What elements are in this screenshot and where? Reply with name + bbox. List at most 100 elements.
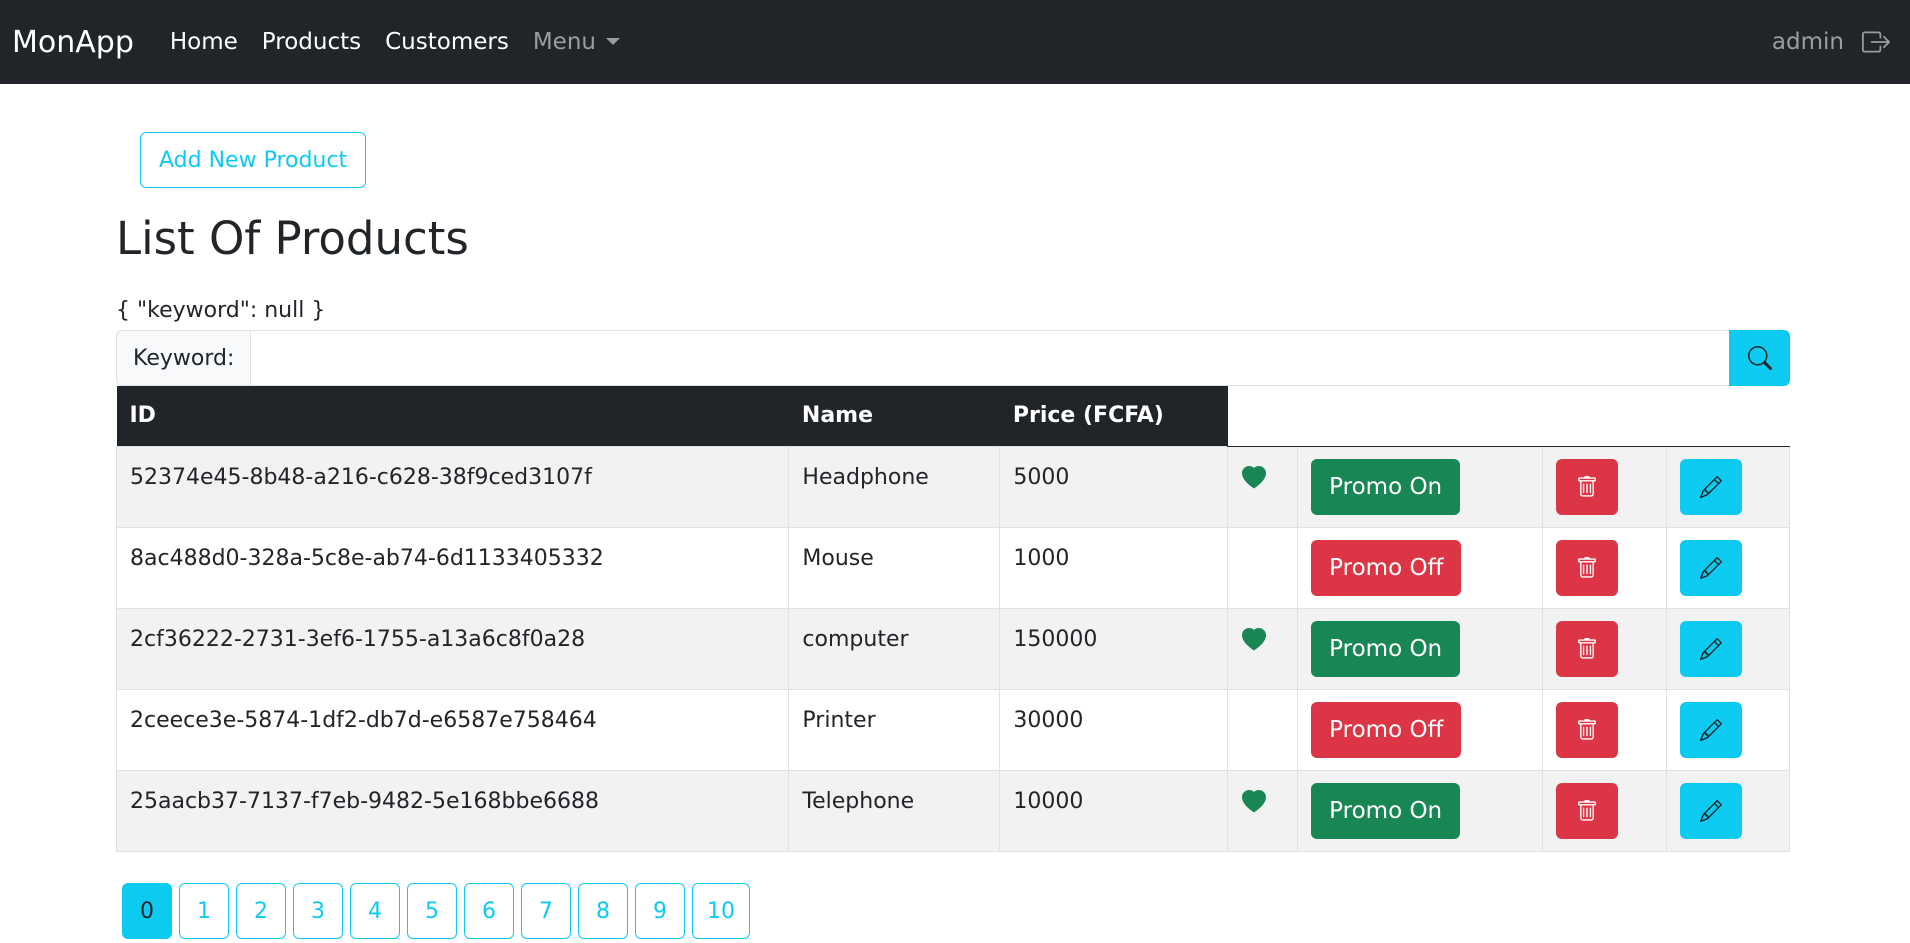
edit-button[interactable] <box>1679 620 1742 677</box>
brand[interactable]: MonApp <box>12 25 134 60</box>
page-button[interactable]: 7 <box>521 883 571 939</box>
page-button[interactable]: 9 <box>635 883 685 939</box>
promo-toggle-button[interactable]: Promo Off <box>1311 539 1462 596</box>
delete-button[interactable] <box>1556 620 1619 677</box>
current-user: admin <box>1771 29 1844 55</box>
header-price: Price (FCFA) <box>999 386 1228 446</box>
cell-edit <box>1665 769 1791 852</box>
header-id: ID <box>116 386 789 446</box>
cell-delete <box>1542 607 1667 690</box>
table-row: 8ac488d0-328a-5c8e-ab74-6d1133405332 Mou… <box>115 526 1791 609</box>
page-button[interactable]: 1 <box>179 883 229 939</box>
heart-icon <box>1242 789 1267 812</box>
cell-edit <box>1665 688 1791 771</box>
heart-icon <box>1242 465 1267 488</box>
page-title: List Of Products <box>116 212 469 265</box>
delete-button[interactable] <box>1556 701 1619 758</box>
trash-icon <box>1578 475 1596 497</box>
cell-delete <box>1542 769 1667 852</box>
cell-name: Telephone <box>788 769 1001 852</box>
cell-id: 2cf36222-2731-3ef6-1755-a13a6c8f0a28 <box>115 607 790 690</box>
promo-toggle-button[interactable]: Promo Off <box>1311 701 1462 758</box>
page-button[interactable]: 4 <box>350 883 400 939</box>
promo-toggle-button[interactable]: Promo On <box>1311 458 1461 515</box>
cell-promo: Promo On <box>1297 769 1544 852</box>
trash-icon <box>1578 718 1596 740</box>
page-button[interactable]: 3 <box>293 883 343 939</box>
page-button[interactable]: 2 <box>236 883 286 939</box>
cell-name: Headphone <box>788 445 1001 528</box>
edit-button[interactable] <box>1679 458 1742 515</box>
cell-promo: Promo On <box>1297 445 1544 528</box>
cell-edit <box>1665 526 1791 609</box>
search-form: Keyword: <box>116 330 1790 386</box>
page-button[interactable]: 5 <box>407 883 457 939</box>
heart-icon <box>1242 627 1267 650</box>
delete-button[interactable] <box>1556 782 1619 839</box>
pencil-icon <box>1699 637 1722 660</box>
add-new-product-button[interactable]: Add New Product <box>140 132 367 188</box>
header-blank <box>1666 386 1790 447</box>
pencil-icon <box>1699 718 1722 741</box>
cell-favorite <box>1227 445 1299 528</box>
cell-edit <box>1665 607 1791 690</box>
cell-id: 8ac488d0-328a-5c8e-ab74-6d1133405332 <box>115 526 790 609</box>
nav-customers[interactable]: Customers <box>385 29 509 55</box>
trash-icon <box>1578 799 1596 821</box>
nav-products[interactable]: Products <box>262 29 361 55</box>
cell-favorite <box>1227 769 1299 852</box>
cell-id: 52374e45-8b48-a216-c628-38f9ced3107f <box>115 445 790 528</box>
cell-price: 1000 <box>999 526 1229 609</box>
edit-button[interactable] <box>1679 782 1742 839</box>
cell-delete <box>1542 688 1667 771</box>
header-blank <box>1227 386 1298 447</box>
cell-promo: Promo On <box>1297 607 1544 690</box>
trash-icon <box>1578 556 1596 578</box>
cell-id: 25aacb37-7137-f7eb-9482-5e168bbe6688 <box>115 769 790 852</box>
cell-favorite <box>1227 607 1299 690</box>
table-row: 2cf36222-2731-3ef6-1755-a13a6c8f0a28 com… <box>115 607 1791 690</box>
cell-favorite <box>1227 688 1299 771</box>
search-icon <box>1747 346 1772 370</box>
promo-toggle-button[interactable]: Promo On <box>1311 620 1461 677</box>
cell-promo: Promo Off <box>1297 526 1544 609</box>
page-button[interactable]: 10 <box>692 883 750 939</box>
trash-icon <box>1578 637 1596 659</box>
cell-delete <box>1542 445 1667 528</box>
cell-favorite <box>1227 526 1299 609</box>
search-button[interactable] <box>1729 330 1790 386</box>
pencil-icon <box>1699 799 1722 822</box>
cell-price: 150000 <box>999 607 1229 690</box>
page-button[interactable]: 6 <box>464 883 514 939</box>
table-row: 2ceece3e-5874-1df2-db7d-e6587e758464 Pri… <box>115 688 1791 771</box>
nav-menu-label: Menu <box>532 29 596 55</box>
header-blank <box>1297 386 1543 447</box>
pagination: 0 1 2 3 4 5 6 7 8 9 10 <box>122 883 757 939</box>
page-button[interactable]: 8 <box>578 883 628 939</box>
table-body: 52374e45-8b48-a216-c628-38f9ced3107f Hea… <box>115 445 1791 852</box>
table-row: 25aacb37-7137-f7eb-9482-5e168bbe6688 Tel… <box>115 769 1791 852</box>
search-input[interactable] <box>250 330 1729 386</box>
table-header-row: ID Name Price (FCFA) <box>116 386 1790 447</box>
pencil-icon <box>1699 556 1722 579</box>
chevron-down-icon <box>605 38 620 45</box>
cell-price: 10000 <box>999 769 1229 852</box>
cell-promo: Promo Off <box>1297 688 1544 771</box>
header-name: Name <box>788 386 1000 446</box>
logout-icon[interactable] <box>1862 28 1890 56</box>
nav-home[interactable]: Home <box>170 29 238 55</box>
nav-menu-dropdown[interactable]: Menu <box>533 29 620 55</box>
delete-button[interactable] <box>1556 539 1619 596</box>
page-button[interactable]: 0 <box>122 883 172 939</box>
pencil-icon <box>1699 475 1722 498</box>
navbar: MonApp Home Products Customers Menu admi… <box>0 0 1910 84</box>
keyword-debug-text: { "keyword": null } <box>116 298 326 323</box>
edit-button[interactable] <box>1679 539 1742 596</box>
cell-name: Mouse <box>788 526 1001 609</box>
cell-price: 30000 <box>999 688 1229 771</box>
cell-delete <box>1542 526 1667 609</box>
promo-toggle-button[interactable]: Promo On <box>1311 782 1461 839</box>
edit-button[interactable] <box>1679 701 1742 758</box>
cell-name: Printer <box>788 688 1001 771</box>
delete-button[interactable] <box>1556 458 1619 515</box>
